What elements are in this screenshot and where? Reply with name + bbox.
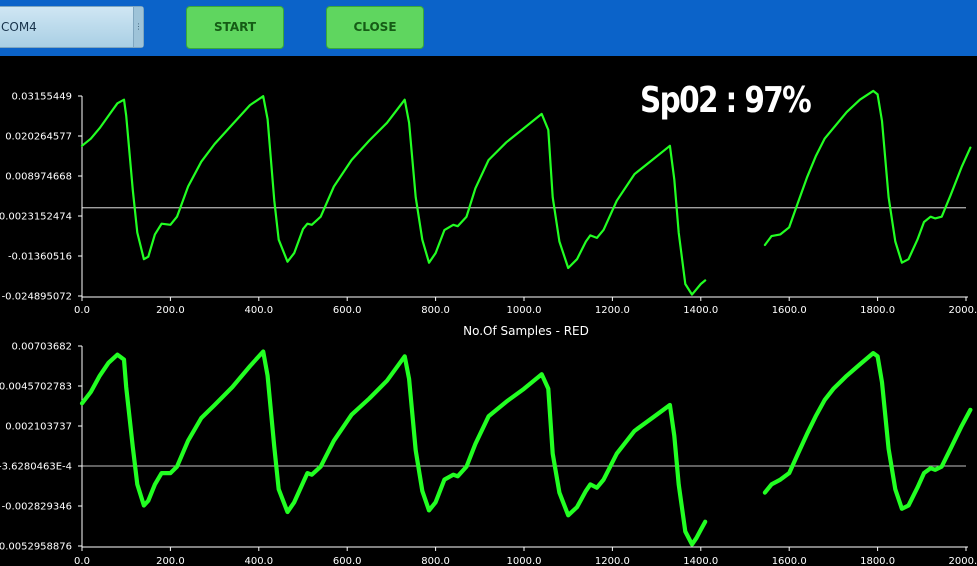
x-tick-label: 1000.0 [507,305,542,316]
x-tick-label: 2000.0 [949,305,977,316]
x-axis-label: No.Of Samples - RED [463,324,589,338]
spo2-readout: Sp02 : 97% [640,80,812,121]
x-tick-label: 1600.0 [772,305,807,316]
x-tick-label: 200.0 [156,556,185,566]
series-line-segment-1 [80,95,707,296]
x-tick-label: 0.0 [74,556,90,566]
y-tick-label: -3.6280463E-4 [0,462,72,473]
x-tick-label: 1400.0 [683,305,718,316]
x-tick-label: 1200.0 [595,556,630,566]
x-tick-label: 1600.0 [772,556,807,566]
x-tick-label: 1000.0 [507,556,542,566]
x-tick-label: 1800.0 [860,305,895,316]
y-tick-label: 0.0045702783 [0,382,72,393]
x-tick-label: 1800.0 [860,556,895,566]
y-tick-label: -0.0052958876 [0,542,72,553]
series-line-segment-2 [762,351,973,511]
y-tick-label: -0.01360516 [8,252,72,263]
y-tick-label: 0.008974668 [5,172,72,183]
x-tick-label: 600.0 [333,556,362,566]
x-tick-label: 800.0 [421,305,450,316]
chart-1: 0.03155449 0.020264577 0.008974668 -0.00231… [0,89,977,338]
x-tick-label: 0.0 [74,305,90,316]
series-line-segment-1 [79,349,708,547]
y-tick-label: -0.024895072 [2,292,72,303]
chart-2: 0.00703682 0.0045702783 0.002103737 -3.6280… [0,342,977,566]
x-tick-label: 200.0 [156,305,185,316]
y-tick-label: -0.0023152474 [0,212,72,223]
x-tick-label: 400.0 [244,305,273,316]
x-tick-label: 1200.0 [595,305,630,316]
x-tick-label: 800.0 [421,556,450,566]
y-tick-label: 0.020264577 [5,132,72,143]
x-tick-label: 1400.0 [683,556,718,566]
y-tick-label: 0.00703682 [12,342,72,353]
x-tick-label: 600.0 [333,305,362,316]
plots-canvas: 0.03155449 0.020264577 0.008974668 -0.00231… [0,89,977,566]
y-tick-label: -0.002829346 [2,502,72,513]
x-tick-label: 2000.0 [949,556,977,566]
x-tick-label: 400.0 [244,556,273,566]
y-tick-label: 0.03155449 [12,92,72,103]
y-tick-label: 0.002103737 [5,422,72,433]
